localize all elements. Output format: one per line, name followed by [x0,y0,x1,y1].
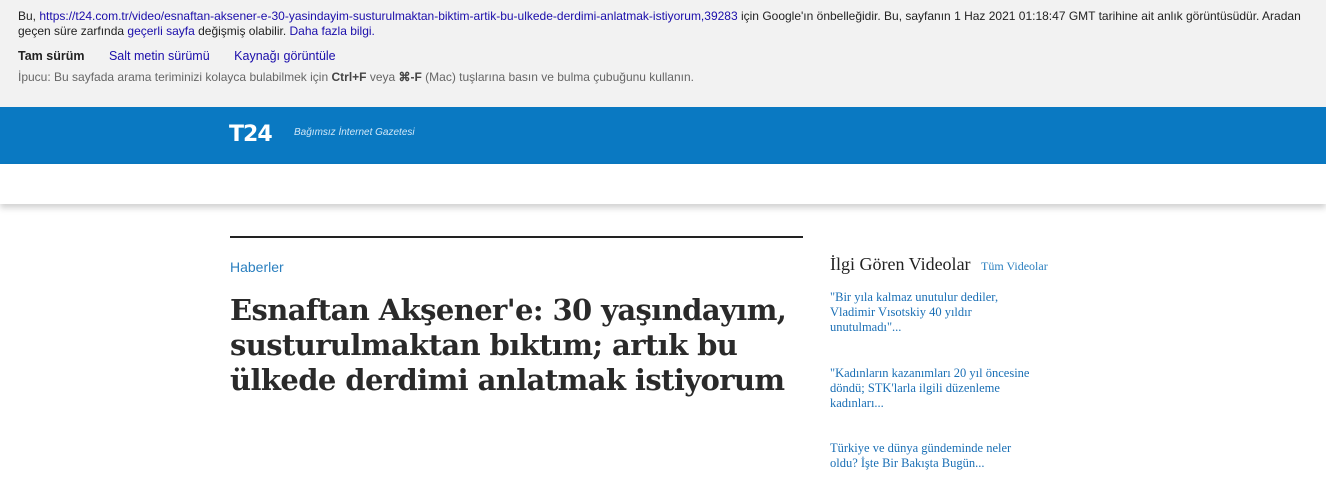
cache-version-tabs: Tam sürüm Salt metin sürümü Kaynağı görü… [18,49,357,64]
tip-prefix: İpucu: Bu sayfada arama teriminizi kolay… [18,70,332,84]
tab-full-version[interactable]: Tam sürüm [18,49,84,64]
tab-text-only[interactable]: Salt metin sürümü [109,49,210,64]
all-videos-link[interactable]: Tüm Videolar [981,259,1048,273]
article-headline: Esnaftan Akşener'e: 30 yaşındayım, sustu… [230,293,787,397]
tip-key-ctrl-f: Ctrl+F [331,70,367,84]
cache-notice-prefix: Bu, [18,9,40,23]
cache-banner: Bu, https://t24.com.tr/video/esnaftan-ak… [0,0,1326,107]
nav-strip [0,164,1326,204]
cache-notice: Bu, https://t24.com.tr/video/esnaftan-ak… [18,9,1313,39]
current-page-link[interactable]: geçerli sayfa [127,24,194,38]
tip-or: veya [366,70,399,84]
sidebar-video-item[interactable]: Türkiye ve dünya gündeminde neler oldu? … [830,441,1040,471]
tip-suffix: (Mac) tuşlarına basın ve bulma çubuğunu … [421,70,694,84]
cache-tip: İpucu: Bu sayfada arama teriminizi kolay… [18,70,694,85]
sidebar-video-item[interactable]: "Bir yıla kalmaz unutulur dediler, Vladi… [830,290,1040,335]
article-category-link[interactable]: Haberler [230,259,284,275]
sidebar-title: İlgi Gören Videolar [830,254,971,274]
tip-key-cmd-f: ⌘-F [398,70,422,84]
site-header: T24 Bağımsız İnternet Gazetesi [0,107,1326,164]
sidebar-video-item[interactable]: "Kadınların kazanımları 20 yıl öncesine … [830,366,1040,411]
article-divider [230,236,803,238]
tab-view-source[interactable]: Kaynağı görüntüle [234,49,335,64]
cached-url-link[interactable]: https://t24.com.tr/video/esnaftan-aksene… [39,9,737,23]
sidebar-header: İlgi Gören Videolar Tüm Videolar [830,254,1130,275]
site-logo[interactable]: T24 [229,122,273,148]
more-info-link[interactable]: Daha fazla bilgi. [290,24,375,38]
site-tagline: Bağımsız İnternet Gazetesi [294,127,415,138]
cache-notice-changed: değişmiş olabilir. [194,24,290,38]
